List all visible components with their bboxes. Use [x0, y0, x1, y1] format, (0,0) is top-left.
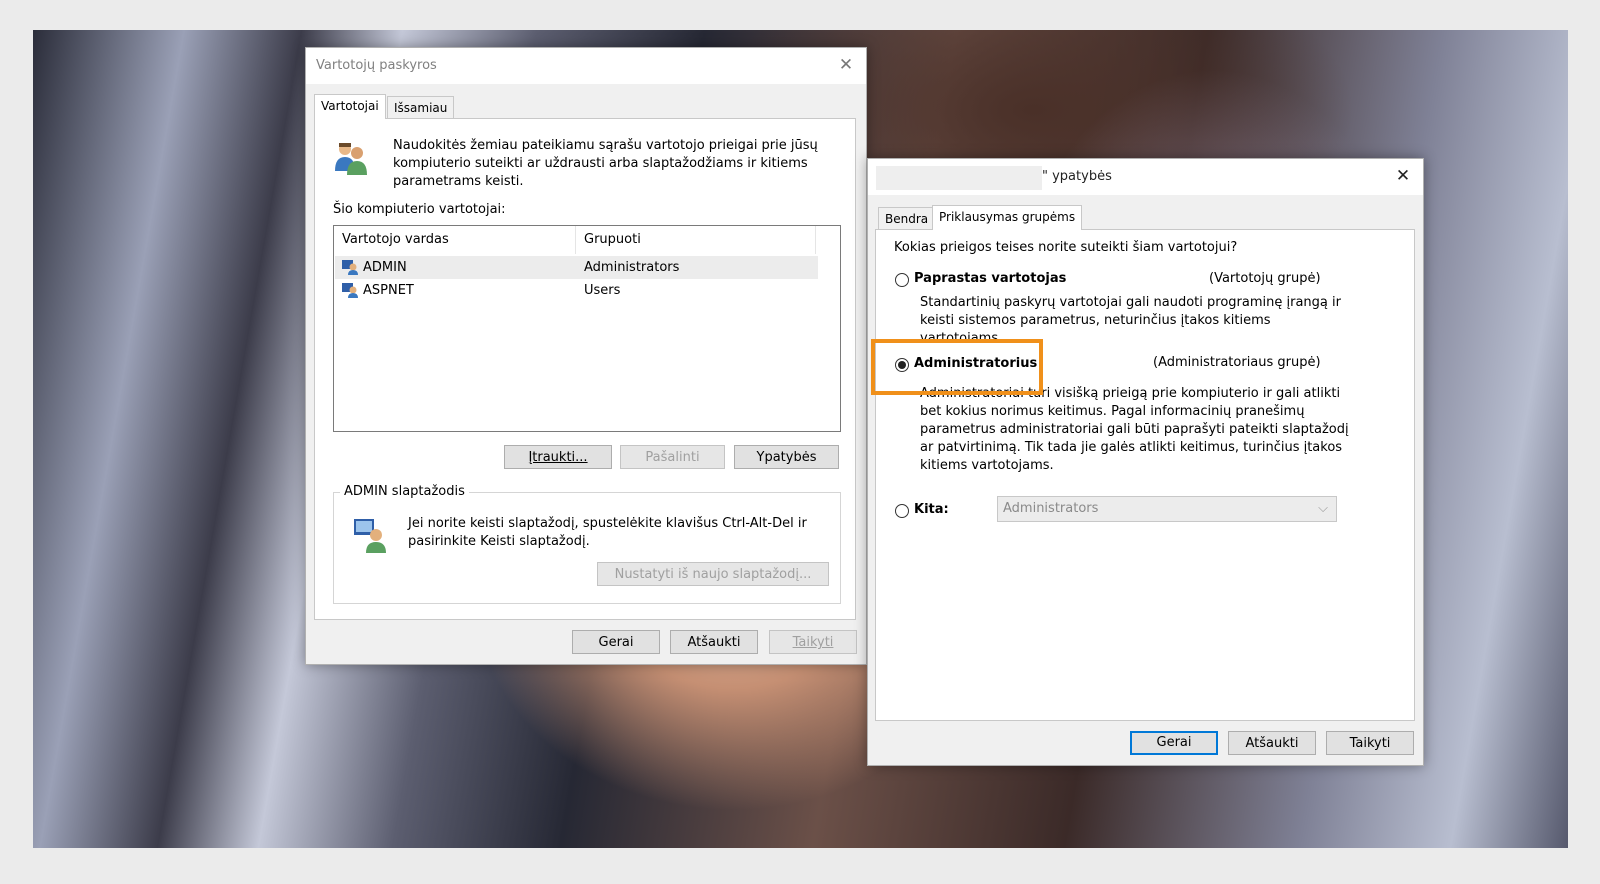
key-user-icon [354, 519, 386, 553]
users-label: Šio kompiuterio vartotojai: [333, 202, 506, 217]
users-icon [335, 143, 367, 175]
option-group: (Vartotojų grupė) [1209, 271, 1321, 286]
password-group-label: ADMIN slaptažodis [340, 484, 469, 499]
user-icon [342, 283, 358, 298]
properties-button[interactable]: Ypatybės [734, 445, 839, 469]
column-header-username[interactable]: Vartotojo vardas [334, 226, 576, 254]
user-accounts-dialog: Vartotojų paskyros ✕ Vartotojai Išsamiau… [305, 47, 867, 665]
table-row[interactable]: ASPNET Users [335, 279, 818, 302]
add-user-button[interactable]: Įtraukti... [504, 445, 612, 469]
password-groupbox: ADMIN slaptažodis Jei norite keisti slap… [333, 484, 841, 604]
title-bar: Vartotojų paskyros ✕ [306, 48, 866, 84]
dialog-title: Vartotojų paskyros [316, 58, 437, 73]
option-group: (Administratoriaus grupė) [1153, 355, 1321, 370]
chevron-down-icon: ⌵ [1318, 501, 1328, 516]
users-list[interactable]: Vartotojo vardas Grupuoti ADMIN Administ… [333, 225, 841, 432]
radio-standard-user[interactable] [895, 273, 909, 287]
row-username: ADMIN [363, 260, 407, 275]
cancel-button[interactable]: Atšaukti [1228, 731, 1316, 755]
tab-panel: Naudokitės žemiau pateikiamu sąrašu vart… [314, 118, 856, 620]
option-label[interactable]: Paprastas vartotojas [914, 271, 1066, 286]
option-description: Administratoriai turi visišką prieigą pr… [920, 386, 1349, 473]
user-icon [342, 260, 358, 275]
tab-bendra[interactable]: Bendra [878, 207, 936, 230]
radio-other[interactable] [895, 504, 909, 518]
option-label[interactable]: Kita: [914, 502, 949, 517]
tab-priklausymas-grupems[interactable]: Priklausymas grupėms [932, 205, 1083, 230]
dialog-title: " ypatybės [1042, 169, 1112, 184]
intro-text: Naudokitės žemiau pateikiamu sąrašu vart… [393, 138, 818, 189]
tab-vartotojai[interactable]: Vartotojai [314, 94, 386, 119]
ok-button[interactable]: Gerai [572, 630, 660, 654]
title-bar: " ypatybės ✕ [868, 159, 1423, 195]
user-properties-dialog: " ypatybės ✕ Bendra Priklausymas grupėms… [867, 158, 1424, 766]
column-header-group[interactable]: Grupuoti [576, 226, 816, 254]
reset-password-button[interactable]: Nustatyti iš naujo slaptažodį... [597, 562, 829, 586]
redacted-username [876, 166, 1042, 190]
highlight-box [871, 339, 1043, 395]
row-group: Administrators [584, 260, 680, 275]
tab-issamiau[interactable]: Išsamiau [387, 96, 455, 119]
apply-button[interactable]: Taikyti [1326, 731, 1414, 755]
row-group: Users [584, 283, 621, 298]
close-icon[interactable]: ✕ [1393, 166, 1413, 186]
tab-panel: Kokias prieigos teises norite suteikti š… [875, 229, 1415, 721]
access-question: Kokias prieigos teises norite suteikti š… [894, 240, 1238, 255]
cancel-button[interactable]: Atšaukti [670, 630, 758, 654]
password-text: Jei norite keisti slaptažodį, spustelėki… [408, 516, 807, 549]
close-icon[interactable]: ✕ [836, 55, 856, 75]
apply-button[interactable]: Taikyti [769, 630, 857, 654]
group-select[interactable]: Administrators ⌵ [997, 496, 1337, 522]
option-description: Standartinių paskyrų vartotojai gali nau… [920, 295, 1341, 341]
table-row[interactable]: ADMIN Administrators [335, 256, 818, 279]
row-username: ASPNET [363, 283, 414, 298]
remove-user-button[interactable]: Pašalinti [620, 445, 725, 469]
ok-button[interactable]: Gerai [1130, 731, 1218, 755]
